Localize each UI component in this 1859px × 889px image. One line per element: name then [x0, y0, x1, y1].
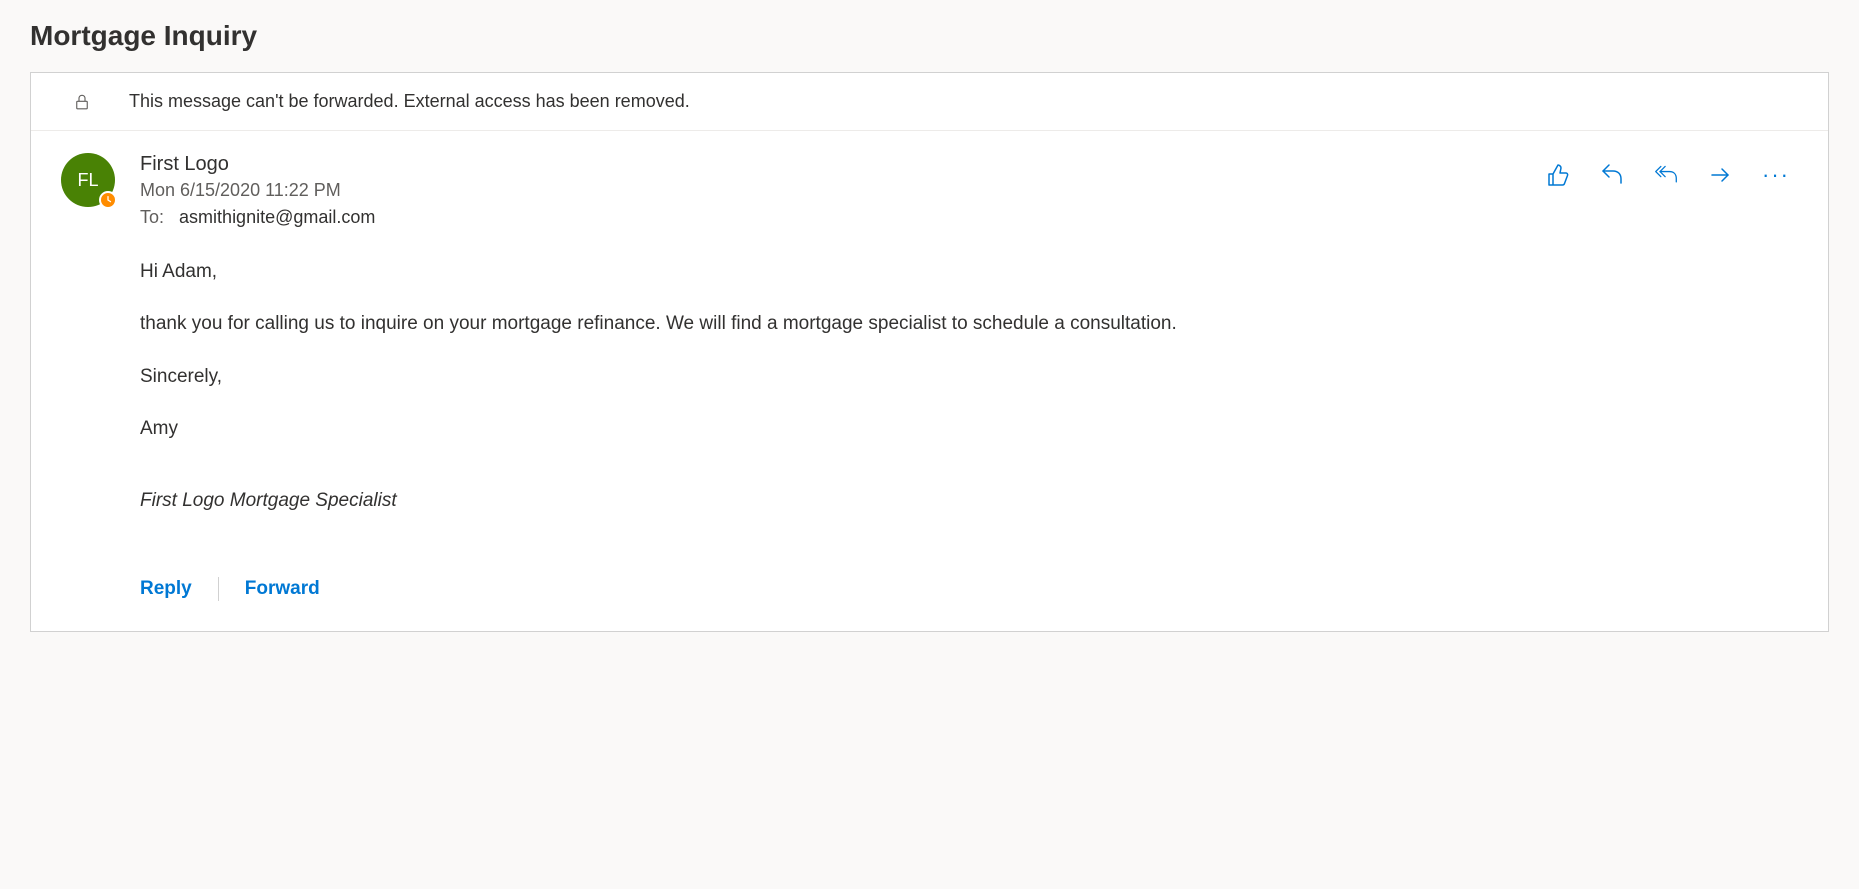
more-actions-button[interactable]: ··· — [1762, 164, 1790, 186]
footer-actions: Reply Forward — [140, 577, 1808, 601]
email-header-row: First Logo Mon 6/15/2020 11:22 PM To: as… — [140, 153, 1808, 228]
reply-all-button[interactable] — [1654, 163, 1678, 187]
email-subject: Mortgage Inquiry — [30, 20, 1829, 52]
body-closing: Sincerely, — [140, 361, 1808, 393]
email-actions-toolbar: ··· — [1546, 153, 1808, 187]
sender-avatar[interactable]: FL — [61, 153, 115, 207]
restriction-info-bar: This message can't be forwarded. Externa… — [31, 73, 1828, 131]
reply-button[interactable] — [1600, 163, 1624, 187]
forward-button[interactable] — [1708, 163, 1732, 187]
lock-icon — [73, 93, 91, 111]
sender-name[interactable]: First Logo — [140, 153, 1546, 176]
footer-divider — [218, 577, 219, 601]
email-card: This message can't be forwarded. Externa… — [30, 72, 1829, 632]
email-content: FL First Logo Mon 6/15/2020 11:22 PM To:… — [31, 131, 1828, 631]
like-button[interactable] — [1546, 163, 1570, 187]
sender-info: First Logo Mon 6/15/2020 11:22 PM To: as… — [140, 153, 1546, 228]
restriction-text: This message can't be forwarded. Externa… — [129, 91, 690, 112]
avatar-column: FL — [51, 153, 115, 601]
recipients-line: To: asmithignite@gmail.com — [140, 207, 1546, 228]
email-body: Hi Adam, thank you for calling us to inq… — [140, 256, 1808, 517]
presence-away-badge — [99, 191, 117, 209]
to-recipients[interactable]: asmithignite@gmail.com — [169, 207, 375, 227]
to-label: To: — [140, 207, 164, 227]
reply-link[interactable]: Reply — [140, 578, 192, 600]
main-column: First Logo Mon 6/15/2020 11:22 PM To: as… — [140, 153, 1808, 601]
avatar-initials: FL — [77, 170, 98, 191]
signature-name: Amy — [140, 413, 1808, 445]
body-greeting: Hi Adam, — [140, 256, 1808, 288]
body-paragraph: thank you for calling us to inquire on y… — [140, 308, 1808, 340]
forward-link[interactable]: Forward — [245, 578, 320, 600]
signature-title: First Logo Mortgage Specialist — [140, 485, 1808, 517]
email-timestamp: Mon 6/15/2020 11:22 PM — [140, 180, 1546, 201]
